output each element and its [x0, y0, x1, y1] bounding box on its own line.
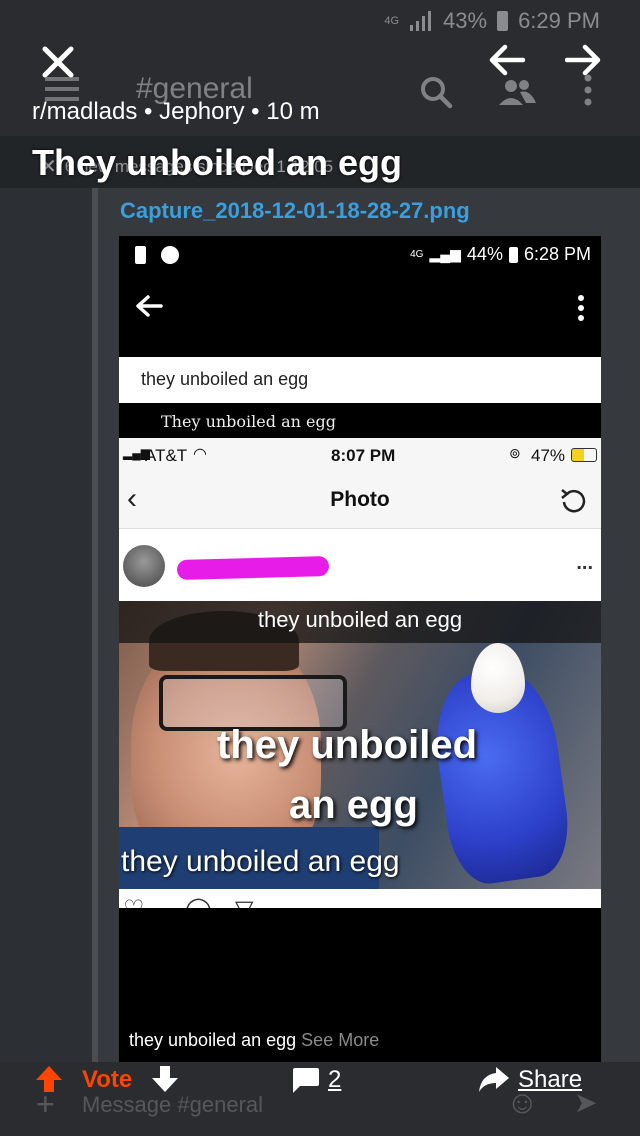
screenshot-clock: 6:28 PM [523, 244, 591, 264]
battery-icon [497, 11, 509, 31]
search-icon[interactable] [416, 72, 456, 112]
clock: 6:29 PM [518, 8, 600, 33]
meme-top-caption: they unboiled an egg [257, 607, 463, 632]
screenshot-search-value: they unboiled an egg [141, 369, 309, 389]
post-options-icon: ... [576, 552, 593, 574]
share-arrow-icon[interactable] [478, 1064, 510, 1099]
screenshot-back-icon [135, 294, 163, 323]
meme-image: they unboiled an egg they unboiled an eg… [119, 601, 601, 889]
network-type: 4G [384, 15, 400, 27]
battery-percent: 43% [443, 8, 488, 33]
battery-saver-icon [135, 246, 146, 264]
comment-bubble-icon[interactable] [290, 1066, 320, 1099]
status-bar: 4G 43% 6:29 PM [0, 0, 640, 40]
vote-label: Vote [82, 1066, 133, 1093]
iphone-nav-title: Photo [330, 488, 390, 511]
screenshot-network: 4G [410, 249, 424, 260]
iphone-battery-icon [571, 448, 597, 462]
dnd-icon [161, 246, 179, 264]
screenshot-status-bar: 4G ▂▄▆ 44% 6:28 PM [119, 236, 601, 274]
screenshot-battery-percent: 44% [466, 244, 503, 264]
screenshot-more-icon [577, 294, 585, 327]
share-label[interactable]: Share [518, 1066, 582, 1094]
caption-area: they unboiled an egg See More [119, 908, 601, 1066]
iphone-status-bar: ▂▄▆ AT&T ◠ 8:07 PM ⊚ 47% [119, 438, 601, 474]
upvote-icon[interactable] [34, 1064, 64, 1099]
iphone-clock: 8:07 PM [331, 446, 396, 465]
screenshot-result-title: They unboiled an egg [161, 412, 336, 431]
rotation-lock-icon: ⊚ [509, 445, 521, 461]
screenshot-signal-icon: ▂▄▆ [429, 246, 461, 262]
profile-avatar [123, 545, 165, 587]
iphone-nav-bar: ‹ Photo [119, 474, 601, 529]
attachment-image[interactable]: 4G ▂▄▆ 44% 6:28 PM they unboiled an egg … [119, 236, 601, 1066]
downvote-icon[interactable] [150, 1064, 180, 1099]
egg-shape [471, 643, 525, 713]
meme-big-caption-line1: they unboiled [217, 723, 477, 767]
see-more-link: See More [301, 1030, 380, 1050]
top-app-bar: #general r/madlads • Jephory • 10 m [0, 40, 640, 136]
more-vertical-icon[interactable] [576, 70, 600, 110]
meme-bottom-caption: they unboiled an egg [121, 845, 400, 878]
comment-count[interactable]: 2 [328, 1066, 341, 1094]
signal-icon [410, 11, 432, 31]
iphone-battery: 47% [531, 446, 566, 465]
screenshot-search-field: they unboiled an egg [119, 357, 601, 403]
message-gutter [0, 188, 96, 1068]
screenshot-battery-icon [508, 246, 518, 263]
caption-text: they unboiled an egg [129, 1030, 297, 1050]
bottom-action-bar: + Message #general ☺ ➤ Vote 2 Share [0, 1062, 640, 1136]
post-subtitle: r/madlads • Jephory • 10 m [32, 98, 320, 125]
refresh-icon [561, 489, 586, 513]
post-title-bar: ✕ 6 new messages since Dec 1 12:05 They … [0, 136, 640, 188]
meme-big-caption-line2: an egg [289, 783, 418, 827]
iphone-carrier: AT&T [145, 446, 188, 465]
wifi-icon: ◠ [193, 446, 207, 463]
members-icon[interactable] [494, 74, 540, 110]
redacted-username [176, 556, 330, 580]
attachment-link[interactable]: Capture_2018-12-01-18-28-27.png [120, 198, 470, 224]
post-title: They unboiled an egg [32, 142, 403, 183]
